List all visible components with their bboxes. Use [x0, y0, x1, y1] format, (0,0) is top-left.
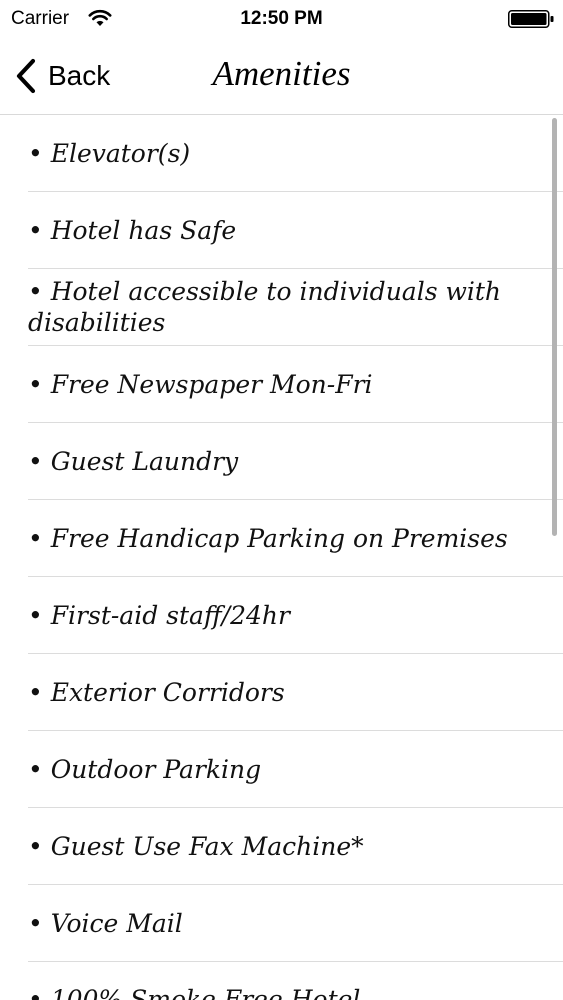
- list-item: • Elevator(s): [28, 115, 563, 192]
- list-item-label: • Elevator(s): [28, 138, 191, 168]
- navigation-bar: Back Amenities: [0, 38, 563, 115]
- list-item: • Hotel accessible to individuals with d…: [28, 269, 563, 346]
- amenities-list[interactable]: • Elevator(s) • Hotel has Safe • Hotel a…: [0, 115, 563, 1000]
- list-item: • Voice Mail: [28, 885, 563, 962]
- list-item: • Hotel has Safe: [28, 192, 563, 269]
- list-item-label: • Guest Use Fax Machine*: [28, 831, 364, 861]
- list-item-label: • Hotel accessible to individuals with d…: [28, 277, 502, 337]
- list-item-label: • First-aid staff/24hr: [28, 600, 290, 630]
- list-item-label: • Voice Mail: [28, 908, 183, 938]
- battery-icon: [508, 10, 554, 28]
- list-item-label: • Guest Laundry: [28, 446, 239, 476]
- list-item-label: • Exterior Corridors: [28, 677, 285, 707]
- status-time: 12:50 PM: [240, 8, 323, 29]
- status-bar: Carrier 12:50 PM: [0, 0, 563, 38]
- list-item-label: • Free Handicap Parking on Premises: [28, 523, 508, 553]
- list-item: • Exterior Corridors: [28, 654, 563, 731]
- page-title: Amenities: [212, 54, 351, 93]
- list-item-label: • 100% Smoke Free Hotel: [28, 985, 361, 1000]
- list-item-label: • Outdoor Parking: [28, 754, 262, 784]
- list-item: • Free Newspaper Mon-Fri: [28, 346, 563, 423]
- list-item: • Free Handicap Parking on Premises: [28, 500, 563, 577]
- list-item: • Outdoor Parking: [28, 731, 563, 808]
- list-item-label: • Free Newspaper Mon-Fri: [28, 369, 373, 399]
- list-item: • Guest Laundry: [28, 423, 563, 500]
- list-item: • First-aid staff/24hr: [28, 577, 563, 654]
- list-item: • 100% Smoke Free Hotel: [28, 962, 563, 1000]
- scroll-indicator[interactable]: [552, 118, 557, 536]
- list-item: • Guest Use Fax Machine*: [28, 808, 563, 885]
- list-item-label: • Hotel has Safe: [28, 215, 237, 245]
